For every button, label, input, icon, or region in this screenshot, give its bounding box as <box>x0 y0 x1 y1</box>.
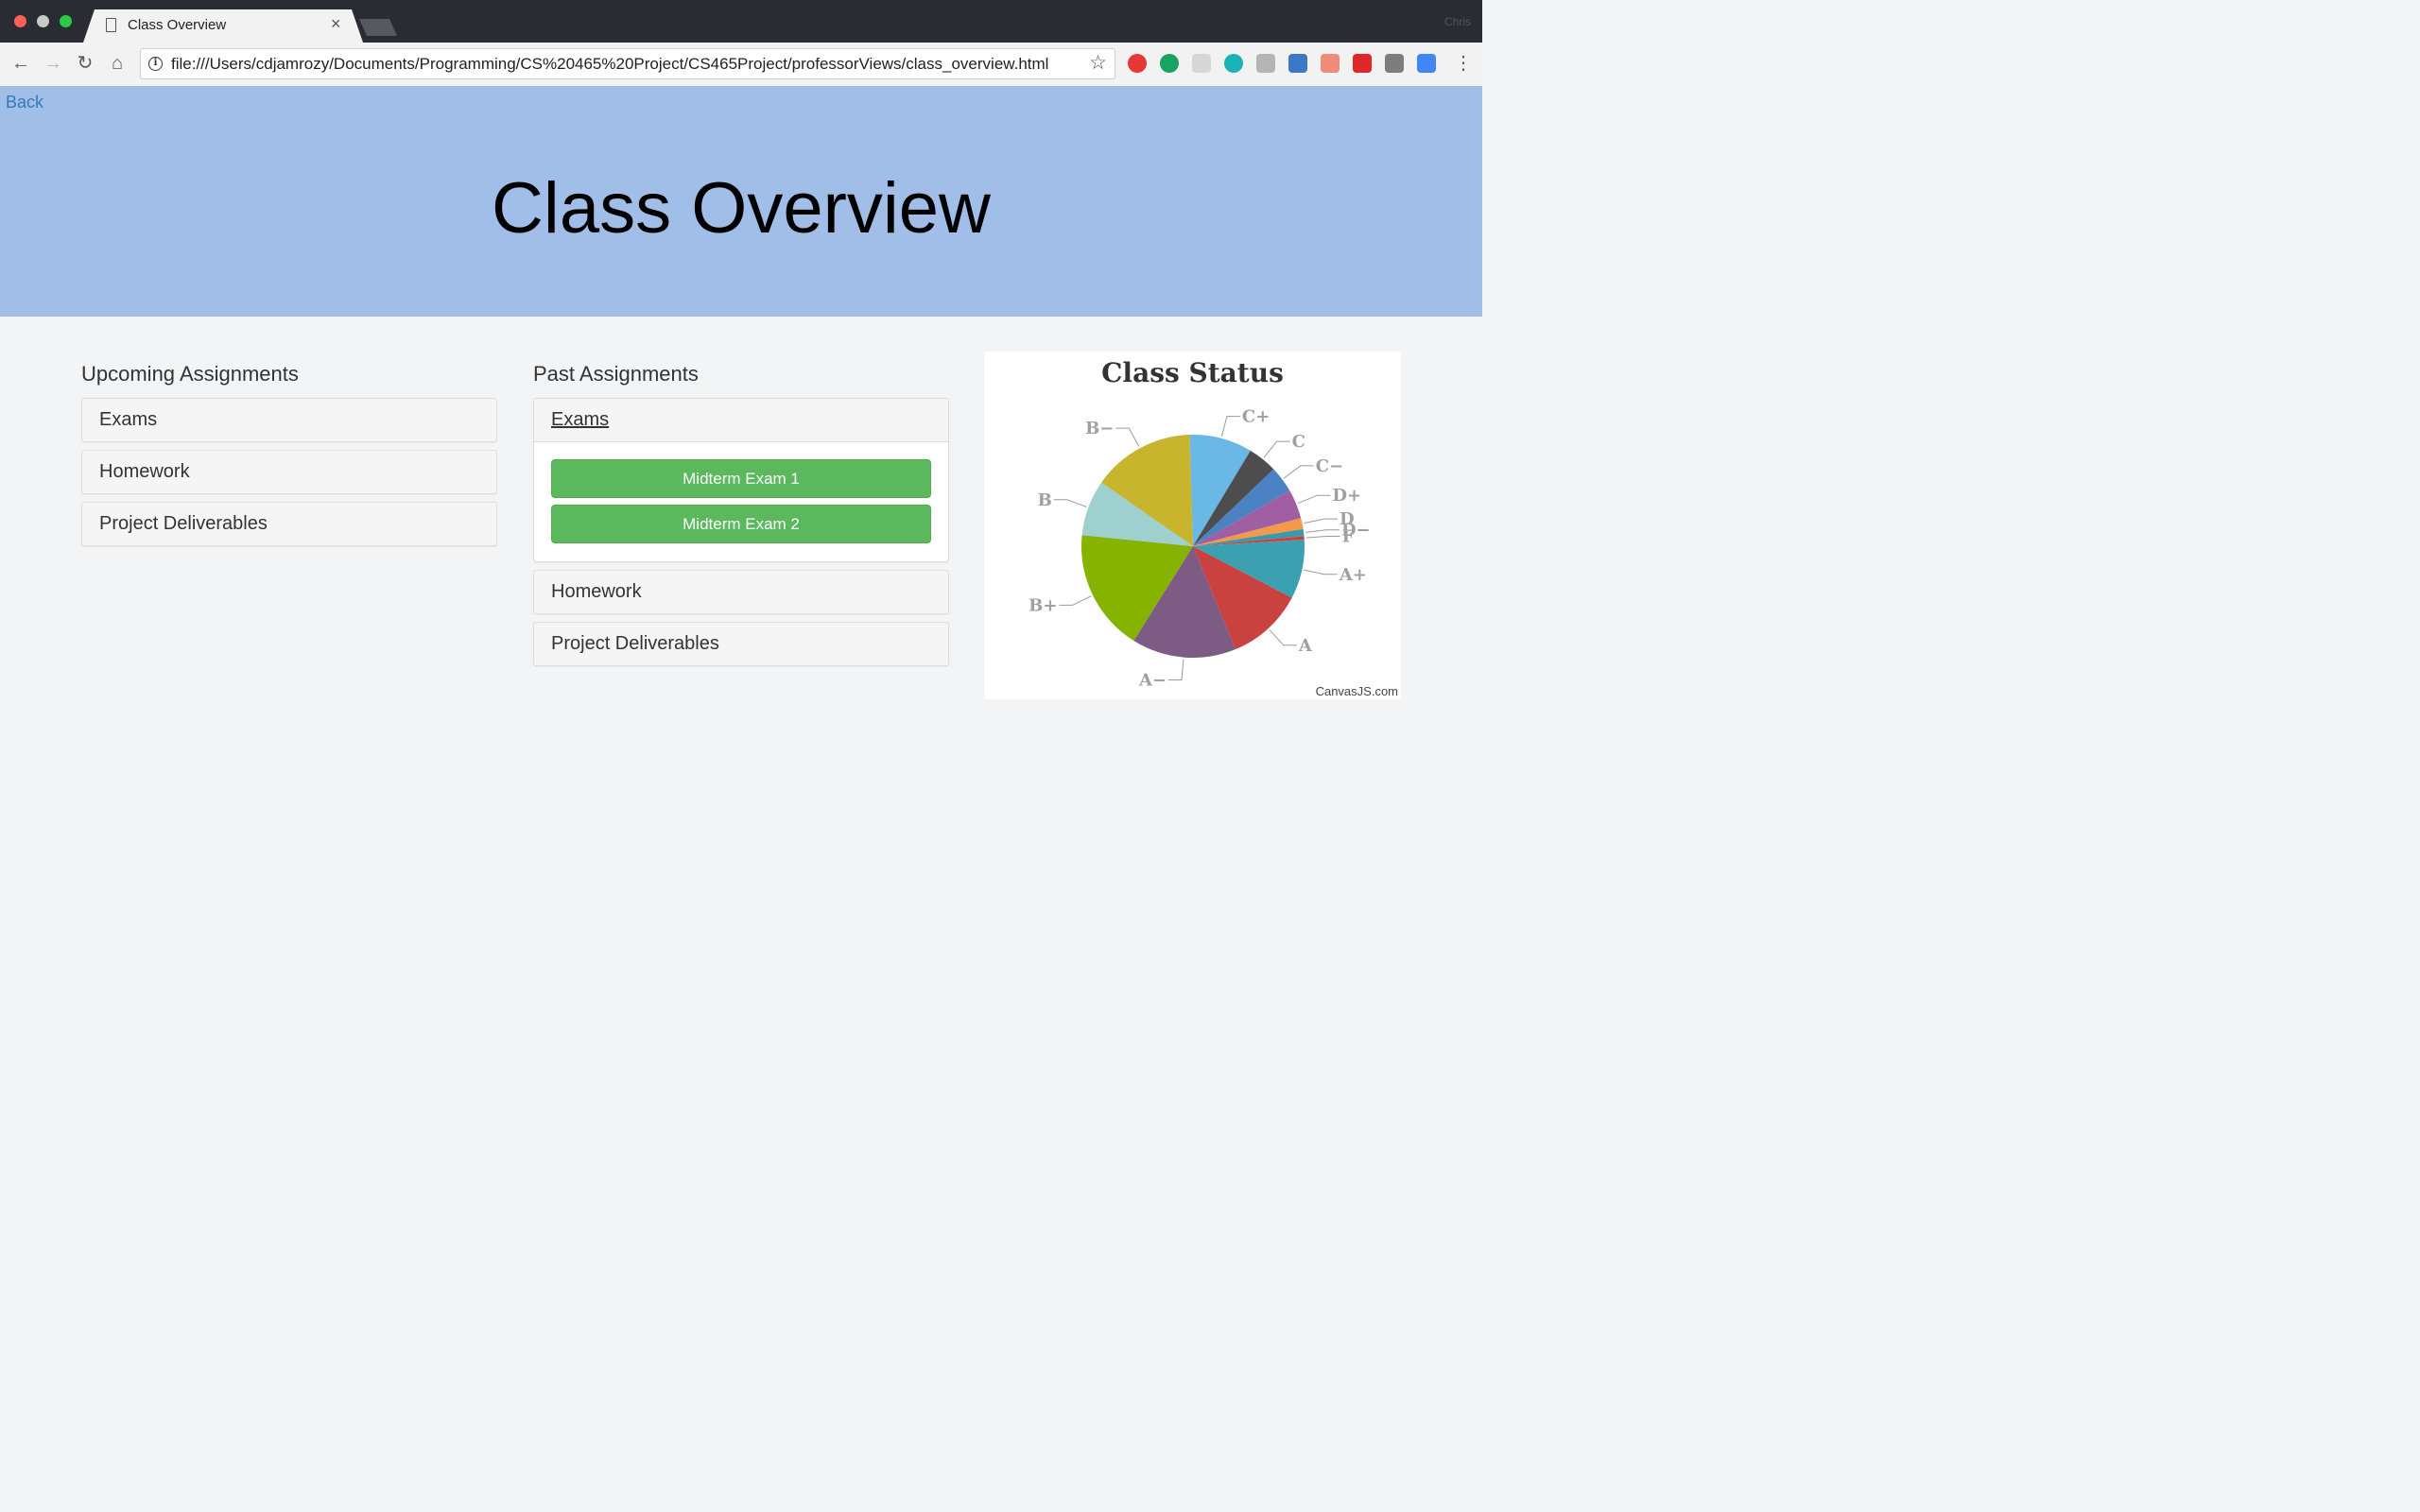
past-exams-panel[interactable]: Exams Midterm Exam 1 Midterm Exam 2 <box>533 398 949 562</box>
upcoming-assignments-column: Upcoming Assignments Exams Homework Proj… <box>81 362 497 554</box>
pie-label-6: F <box>1342 526 1355 546</box>
upcoming-project-deliverables-panel[interactable]: Project Deliverables <box>81 502 497 546</box>
panel-heading[interactable]: Homework <box>534 571 948 613</box>
pie-label-line-7 <box>1304 569 1338 576</box>
window-minimize-button[interactable] <box>37 15 49 27</box>
pie-label-10: B+ <box>1028 595 1057 615</box>
browser-tab-strip: Class Overview × Chris <box>0 0 1482 43</box>
page-header: Back Class Overview <box>0 86 1482 317</box>
pie-label-line-8 <box>1269 629 1297 646</box>
pie-label-line-10 <box>1059 595 1092 606</box>
bookmark-star-icon[interactable]: ☆ <box>1089 51 1107 75</box>
panel-heading-link[interactable]: Exams <box>551 409 609 430</box>
pie-label-0: C+ <box>1242 407 1270 427</box>
panel-heading[interactable]: Exams <box>82 399 496 441</box>
profile-name[interactable]: Chris <box>1444 15 1471 28</box>
panel-heading[interactable]: Project Deliverables <box>534 623 948 665</box>
document-icon <box>106 18 116 32</box>
panel-heading[interactable]: Project Deliverables <box>82 503 496 545</box>
reload-icon[interactable]: ↻ <box>73 51 97 76</box>
past-homework-panel[interactable]: Homework <box>533 570 949 614</box>
pie-label-line-5 <box>1305 529 1340 533</box>
midterm-exam-2-button[interactable]: Midterm Exam 2 <box>551 505 931 543</box>
pie-label-7: A+ <box>1339 565 1367 585</box>
m-extension-icon[interactable] <box>1224 54 1243 73</box>
pie-label-12: B− <box>1085 419 1114 438</box>
pie-label-line-11 <box>1053 499 1087 507</box>
url-text[interactable]: file:///Users/cdjamrozy/Documents/Progra… <box>171 55 1048 74</box>
chart-credit[interactable]: CanvasJS.com <box>1316 684 1398 698</box>
camera-extension-icon[interactable] <box>1192 54 1211 73</box>
pie-label-3: D+ <box>1332 486 1361 506</box>
pie-label-line-9 <box>1168 659 1184 680</box>
panel-heading[interactable]: Homework <box>82 451 496 493</box>
past-assignments-heading: Past Assignments <box>533 362 699 386</box>
pie-label-11: B <box>1038 490 1052 510</box>
tab-close-icon[interactable]: × <box>331 14 341 34</box>
pie-label-9: A− <box>1138 670 1167 690</box>
pie-label-line-3 <box>1297 494 1331 504</box>
upcoming-homework-panel[interactable]: Homework <box>81 450 497 494</box>
back-arrow-icon[interactable]: ← <box>9 51 33 76</box>
upcoming-exams-panel[interactable]: Exams <box>81 398 497 442</box>
pie-label-1: C <box>1292 432 1305 452</box>
tab-title: Class Overview <box>128 17 227 33</box>
browser-tab[interactable]: Class Overview × <box>83 9 363 43</box>
adblock-extension-icon[interactable] <box>1128 54 1147 73</box>
search-extension-icon[interactable] <box>1288 54 1307 73</box>
pie-label-line-0 <box>1220 416 1240 438</box>
past-exams-body: Midterm Exam 1 Midterm Exam 2 <box>534 441 948 561</box>
translate-extension-icon[interactable] <box>1417 54 1436 73</box>
past-project-deliverables-panel[interactable]: Project Deliverables <box>533 622 949 666</box>
pie-label-line-6 <box>1305 535 1340 539</box>
browser-menu-icon[interactable]: ⋮ <box>1454 52 1473 75</box>
pie-label-line-4 <box>1304 518 1339 524</box>
cast-icon[interactable] <box>1385 54 1404 73</box>
home-icon[interactable]: ⌂ <box>105 51 130 76</box>
past-assignments-column: Past Assignments Exams Midterm Exam 1 Mi… <box>533 362 949 674</box>
browser-toolbar: ← → ↻ ⌂ i file:///Users/cdjamrozy/Docume… <box>0 43 1482 87</box>
info-icon[interactable]: i <box>148 57 163 71</box>
pie-chart-svg: C+CC−D+DD−FA+AA−B+BB− <box>1028 407 1370 691</box>
window-zoom-button[interactable] <box>60 15 72 27</box>
back-link[interactable]: Back <box>6 93 43 112</box>
video-extension-icon[interactable] <box>1353 54 1372 73</box>
pie-label-8: A <box>1298 636 1313 656</box>
chat-extension-icon[interactable] <box>1160 54 1179 73</box>
panel-heading[interactable]: Exams <box>534 399 948 441</box>
window-close-button[interactable] <box>14 15 26 27</box>
upcoming-assignments-heading: Upcoming Assignments <box>81 362 299 386</box>
pie-label-line-12 <box>1115 427 1140 447</box>
pie-label-line-2 <box>1283 465 1314 479</box>
new-tab-button[interactable] <box>359 19 397 36</box>
class-status-chart: Class Status C+ C C− D+ D D− F A+ A A− B+ B B− Canva… <box>984 352 1401 699</box>
midterm-exam-1-button[interactable]: Midterm Exam 1 <box>551 459 931 498</box>
lock-extension-icon[interactable] <box>1256 54 1275 73</box>
address-bar[interactable]: i file:///Users/cdjamrozy/Documents/Prog… <box>140 48 1115 79</box>
pie-label-2: C− <box>1316 456 1343 476</box>
cat-extension-icon[interactable] <box>1321 54 1340 73</box>
pie-label-line-1 <box>1263 440 1290 458</box>
page-title: Class Overview <box>492 168 991 249</box>
forward-arrow-icon[interactable]: → <box>41 51 65 76</box>
